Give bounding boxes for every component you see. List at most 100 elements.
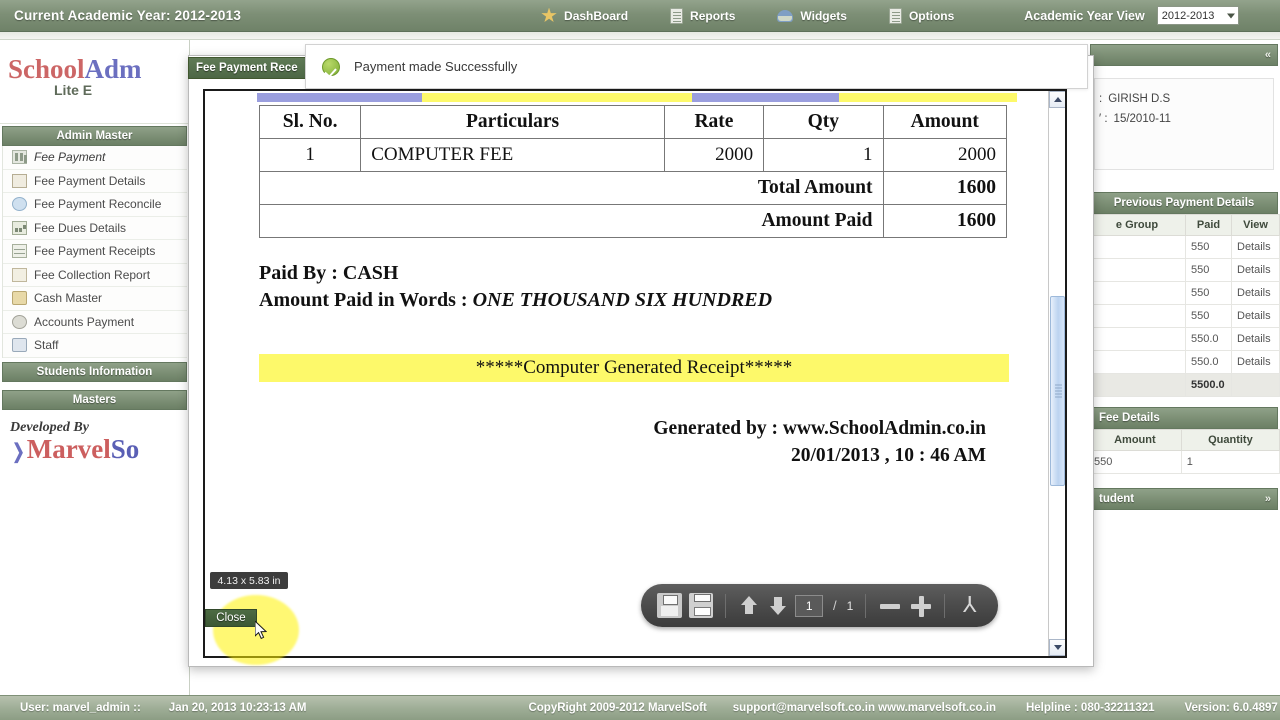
computer-generated-banner: *****Computer Generated Receipt*****: [259, 354, 1009, 382]
cell-quantity: 1: [1180, 450, 1280, 474]
scroll-up-button[interactable]: [1049, 91, 1065, 108]
academic-year-select[interactable]: 2012-2013: [1156, 6, 1239, 25]
nav-item-reports[interactable]: Reports: [670, 7, 735, 24]
logo-text-admin: Adm: [84, 54, 142, 84]
table-header-row: Sl. No. Particulars Rate Qty Amount: [258, 105, 1007, 139]
sidebar-item-fee-dues-details[interactable]: Fee Dues Details: [3, 216, 187, 240]
briefcase-icon: [12, 291, 27, 306]
sidebar-group-masters[interactable]: Masters: [2, 389, 187, 410]
cell-fee-group: [1088, 258, 1186, 282]
column-header-view: View: [1231, 214, 1280, 236]
sidebar-item-fee-collection-report[interactable]: Fee Collection Report: [3, 263, 187, 287]
sidebar-item-fee-payment-receipts[interactable]: Fee Payment Receipts: [3, 240, 187, 264]
bar-chart-icon: [12, 267, 27, 282]
details-link[interactable]: Details: [1231, 281, 1280, 305]
success-check-icon: [322, 57, 340, 76]
table-header-row: Amount Quantity: [1088, 429, 1280, 451]
fee-details-table: Amount Quantity 550 1: [1088, 429, 1280, 474]
chevron-up-icon: [1053, 97, 1062, 102]
save-icon[interactable]: [657, 593, 682, 618]
chevron-left-icon[interactable]: «: [1265, 49, 1271, 61]
current-academic-year-label: Current Academic Year: 2012-2013: [14, 8, 242, 23]
student-reg-value: 15/2010-11: [1113, 113, 1171, 125]
generated-at-line: 20/01/2013 , 10 : 46 AM: [791, 445, 986, 467]
footer-datetime: Jan 20, 2013 10:23:13 AM: [168, 702, 307, 714]
column-header-fee-group: e Group: [1088, 214, 1186, 236]
right-panel: « : GIRISH D.S ′ : 15/2010-11 Previous P…: [1088, 40, 1280, 695]
details-link[interactable]: Details: [1231, 258, 1280, 282]
table-row: 550 Details: [1088, 304, 1280, 328]
cell-fee-group: [1088, 350, 1186, 374]
previous-payment-details-header: Previous Payment Details: [1090, 192, 1278, 214]
sidebar-item-fee-payment[interactable]: Fee Payment: [3, 146, 187, 170]
total-pages-label: 1: [846, 598, 854, 613]
plus-icon[interactable]: [909, 594, 933, 618]
sidebar-group-students-information[interactable]: Students Information: [2, 361, 187, 382]
right-panel-collapse-header[interactable]: «: [1090, 44, 1278, 66]
toolbar-divider: [944, 593, 946, 618]
pdf-scrollbar[interactable]: [1048, 91, 1065, 656]
minus-icon[interactable]: [878, 594, 902, 618]
column-header-amount: Amount: [882, 105, 1007, 139]
table-row: 550.0 Details: [1088, 350, 1280, 374]
details-link[interactable]: Details: [1231, 304, 1280, 328]
scrollbar-thumb[interactable]: [1050, 296, 1065, 486]
payment-summary-lines: Paid By : CASH Amount Paid in Words : ON…: [259, 260, 1008, 314]
table-row: 550 Details: [1088, 281, 1280, 305]
table-total-row: 5500.0: [1088, 373, 1280, 397]
nav-item-dashboard[interactable]: DashBoard: [541, 7, 628, 24]
print-icon[interactable]: [688, 593, 714, 618]
arrow-down-icon[interactable]: [767, 593, 789, 618]
column-header-paid: Paid: [1185, 214, 1232, 236]
chevron-right-icon[interactable]: »: [1265, 493, 1271, 505]
acrobat-icon[interactable]: ⅄: [957, 593, 982, 618]
close-button[interactable]: Close: [205, 609, 257, 627]
footer-support: support@marvelsoft.co.in www.marvelsoft.…: [732, 702, 996, 714]
status-bar: User: marvel_admin :: Jan 20, 2013 10:23…: [0, 695, 1280, 720]
sidebar-item-staff[interactable]: Staff: [3, 334, 187, 358]
grid-icon: [12, 244, 27, 259]
student-panel-header[interactable]: tudent »: [1090, 488, 1278, 510]
bars-icon: [12, 150, 27, 165]
page-number-input[interactable]: 1: [795, 594, 823, 617]
details-link[interactable]: Details: [1231, 350, 1280, 374]
receipt-body: Sl. No. Particulars Rate Qty Amount 1 CO…: [205, 105, 1048, 470]
sidebar-item-label: Accounts Payment: [34, 314, 135, 329]
nav-label-options: Options: [908, 8, 955, 23]
chart-icon: [12, 220, 27, 235]
details-link[interactable]: Details: [1231, 327, 1280, 351]
pdf-viewer-frame: Sl. No. Particulars Rate Qty Amount 1 CO…: [203, 89, 1067, 658]
scroll-down-button[interactable]: [1049, 639, 1065, 656]
arrow-up-icon[interactable]: [738, 593, 760, 618]
sidebar-item-accounts-payment[interactable]: Accounts Payment: [3, 310, 187, 334]
highlight-bar-yellow: [422, 93, 692, 102]
student-name-row: : GIRISH D.S: [1099, 93, 1267, 105]
sidebar-item-label: Fee Dues Details: [34, 220, 127, 235]
nav-item-widgets[interactable]: Widgets: [777, 9, 847, 23]
staff-icon: [12, 338, 27, 353]
cell-fee-group: [1088, 304, 1186, 328]
amount-paid-label: Amount Paid: [259, 204, 884, 238]
cell-paid: 550.0: [1185, 350, 1232, 374]
marvelsoft-text-red: Marvel: [26, 433, 111, 464]
chevron-down-icon: [1053, 645, 1062, 650]
top-nav-items: DashBoard Reports Widgets Options: [541, 7, 955, 24]
table-row: 550 1: [1088, 450, 1280, 474]
paid-by-value: CASH: [342, 262, 399, 284]
nav-item-options[interactable]: Options: [888, 7, 955, 24]
toast-message: Payment made Successfully: [354, 59, 518, 74]
student-reg-row: ′ : 15/2010-11: [1099, 113, 1267, 125]
cell-paid: 550: [1185, 235, 1232, 259]
cell-paid: 550: [1185, 281, 1232, 305]
sidebar-item-fee-payment-details[interactable]: Fee Payment Details: [3, 169, 187, 193]
pdf-toolbar: 1 / 1 ⅄: [641, 584, 998, 627]
sidebar-item-cash-master[interactable]: Cash Master: [3, 287, 187, 311]
sidebar-item-label: Cash Master: [34, 291, 103, 306]
sidebar-item-fee-payment-reconcile[interactable]: Fee Payment Reconcile: [3, 193, 187, 217]
column-header-qty: Qty: [763, 105, 884, 139]
sidebar-group-admin-master[interactable]: Admin Master: [2, 126, 187, 146]
details-link[interactable]: Details: [1231, 235, 1280, 259]
document-icon: [670, 7, 684, 24]
footer-user: User: marvel_admin ::: [20, 702, 141, 714]
cell-fee-group: [1088, 281, 1186, 305]
